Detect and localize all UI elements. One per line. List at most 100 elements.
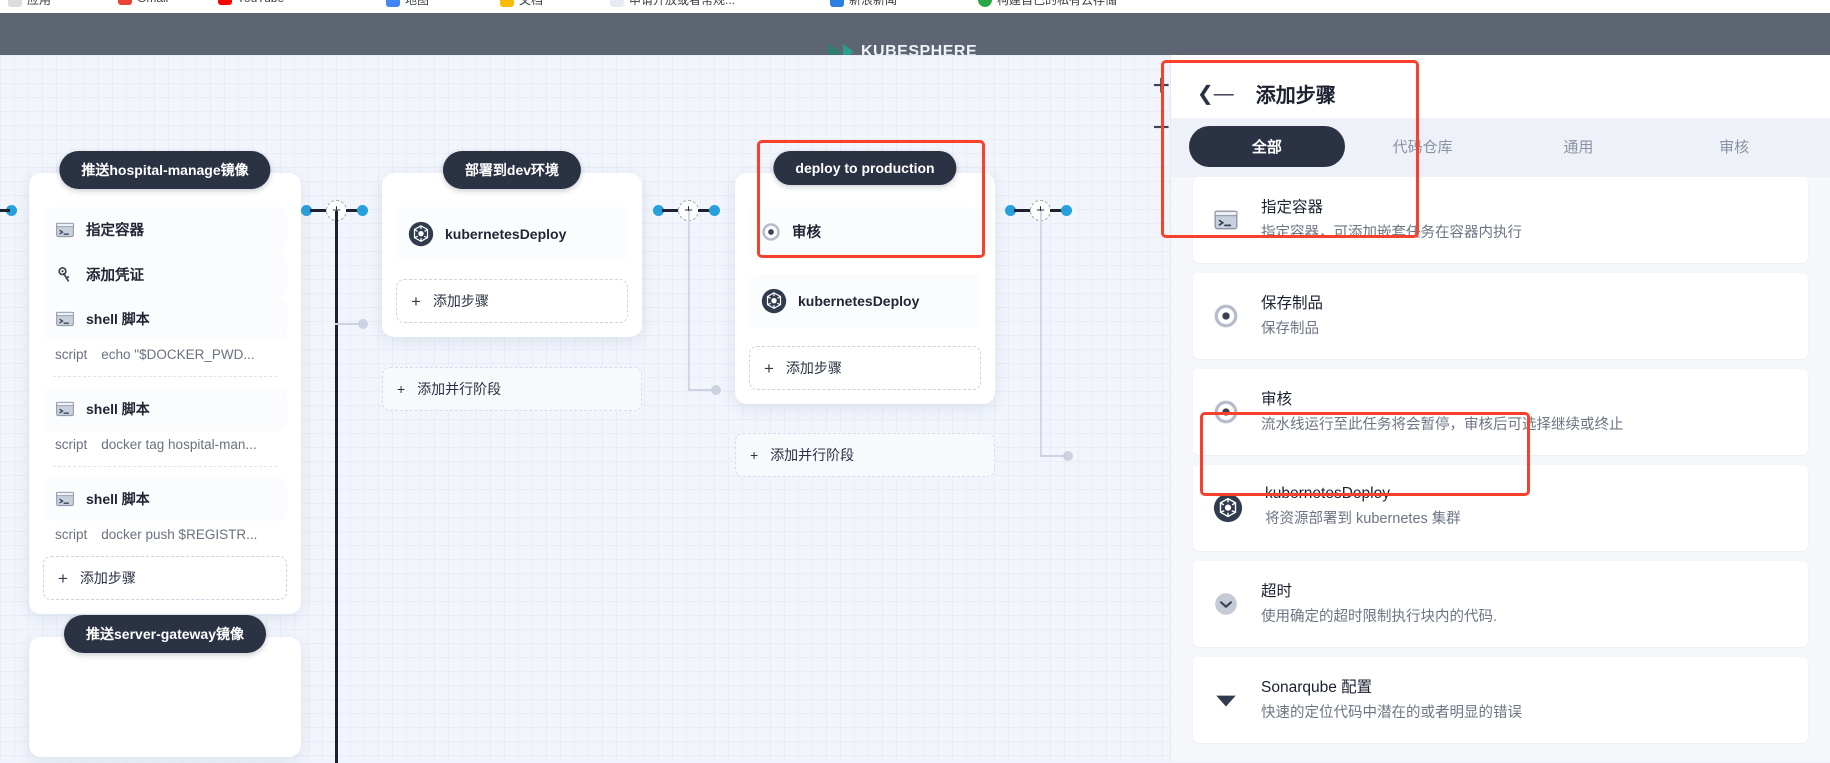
stage-card[interactable]: deploy to production 审核 kubernetesDeploy…	[735, 151, 995, 477]
add-parallel-label: 添加并行阶段	[770, 447, 855, 463]
plugin-name: 保存制品	[1261, 295, 1324, 313]
connector-dot	[1061, 205, 1072, 216]
drawer-tabs: 全部 代码仓库 通用 审核	[1171, 118, 1830, 177]
plugin-name: 审核	[1261, 391, 1293, 409]
add-step-button[interactable]: + 添加步骤	[43, 556, 287, 600]
bookmark-item[interactable]: 构建自己的私有云存储	[978, 0, 1117, 8]
kubernetes-icon	[1213, 493, 1243, 523]
bookmark-item[interactable]: 应用	[8, 0, 51, 8]
bookmark-item[interactable]: 文档	[500, 0, 543, 8]
step-script-value: docker push $REGISTR...	[101, 527, 258, 542]
approve-icon	[1214, 400, 1238, 424]
stage-title[interactable]: deploy to production	[773, 151, 957, 185]
timeout-icon	[1215, 593, 1237, 615]
plugin-name: 超时	[1261, 583, 1293, 601]
bookmark-favicon	[500, 0, 514, 7]
plugin-desc: 将资源部署到 kubernetes 集群	[1265, 511, 1461, 528]
key-icon	[58, 266, 70, 282]
plugin-desc: 使用确定的超时限制执行块内的代码.	[1261, 609, 1498, 626]
plugin-text: kubernetesDeploy 将资源部署到 kubernetes 集群	[1265, 485, 1461, 530]
step-item[interactable]: shell 脚本	[43, 477, 287, 521]
bookmark-label: 文档	[519, 0, 544, 7]
approve-icon	[762, 222, 780, 241]
connector-dot	[357, 205, 368, 216]
step-label: 指定容器	[86, 223, 144, 239]
step-item[interactable]: shell 脚本	[43, 297, 287, 341]
plugin-item-timeout[interactable]: 超时 使用确定的超时限制执行块内的代码.	[1193, 561, 1808, 647]
bookmark-favicon	[218, 0, 232, 5]
step-script-row: script docker tag hospital-man...	[43, 431, 287, 466]
plugin-text: 指定容器 指定容器，可添加嵌套任务在容器内执行	[1261, 195, 1522, 244]
add-parallel-stage-button[interactable]: + 添加并行阶段	[382, 367, 642, 411]
bookmark-favicon	[386, 0, 400, 7]
back-arrow-icon[interactable]: ❮—	[1197, 84, 1234, 104]
step-item[interactable]: kubernetesDeploy	[396, 207, 628, 261]
zoom-out-button[interactable]: −	[1152, 113, 1170, 143]
add-parallel-label: 添加并行阶段	[417, 381, 502, 397]
tab-general[interactable]: 通用	[1501, 126, 1657, 167]
bookmark-label: Gmail	[137, 0, 168, 5]
terminal-icon	[56, 311, 74, 327]
step-script-row: script echo "$DOCKER_PWD...	[43, 341, 287, 376]
sonarqube-icon	[1216, 695, 1236, 707]
terminal-icon	[1214, 210, 1238, 230]
connector-dot	[358, 319, 368, 329]
add-parallel-stage-button[interactable]: + 添加并行阶段	[735, 433, 995, 477]
step-label: 审核	[792, 225, 821, 241]
terminal-icon	[56, 222, 74, 237]
add-step-label: 添加步骤	[785, 360, 842, 376]
tab-code-repo[interactable]: 代码仓库	[1345, 126, 1501, 167]
drawer-title: 添加步骤	[1255, 85, 1336, 107]
bookmark-label: 应用	[27, 0, 52, 7]
plugin-item-specify-container[interactable]: 指定容器 指定容器，可添加嵌套任务在容器内执行	[1193, 177, 1808, 263]
stage-body: kubernetesDeploy + 添加步骤	[382, 173, 642, 337]
plugin-item-kubernetes-deploy[interactable]: kubernetesDeploy 将资源部署到 kubernetes 集群	[1193, 465, 1808, 551]
parallel-rail	[335, 211, 338, 763]
plugin-item-sonarqube[interactable]: Sonarqube 配置 快速的定位代码中潜在的或者明显的错误	[1193, 657, 1808, 743]
step-label: 添加凭证	[86, 268, 144, 284]
parallel-rail	[688, 211, 690, 391]
step-label: kubernetesDeploy	[445, 226, 567, 242]
stage-card[interactable]: 推送server-gateway镜像	[29, 615, 301, 757]
add-step-button[interactable]: + 添加步骤	[749, 346, 981, 390]
plus-icon: +	[764, 358, 774, 378]
step-script-key: script	[55, 347, 88, 362]
step-item[interactable]: shell 脚本	[43, 387, 287, 431]
step-item[interactable]: kubernetesDeploy	[749, 274, 981, 328]
bookmark-item[interactable]: 申请开放或者常规...	[610, 0, 735, 8]
step-divider	[53, 466, 277, 467]
plugin-name: Sonarqube 配置	[1261, 679, 1373, 697]
stage-card[interactable]: 部署到dev环境 kubernetesDeploy + 添加步骤 + 添加并行阶…	[382, 151, 642, 411]
stage-card[interactable]: 推送hospital-manage镜像 指定容器 添加凭证 shell 脚本 s…	[29, 151, 301, 614]
zoom-in-button[interactable]: +	[1152, 71, 1170, 101]
tab-all[interactable]: 全部	[1189, 126, 1345, 167]
bookmark-item[interactable]: 新浪新闻	[830, 0, 897, 8]
bookmark-label: 新浪新闻	[849, 0, 898, 7]
plugin-item-save-artifact[interactable]: 保存制品 保存制品	[1193, 273, 1808, 359]
stage-body: 指定容器 添加凭证 shell 脚本 script echo "$DOCKER_…	[29, 173, 301, 614]
stage-title[interactable]: 推送server-gateway镜像	[64, 615, 266, 653]
step-item[interactable]: 指定容器	[43, 207, 287, 252]
bookmark-item[interactable]: 地图	[386, 0, 429, 8]
add-step-button[interactable]: + 添加步骤	[396, 279, 628, 323]
connector-segment	[0, 209, 10, 212]
plugin-item-approval[interactable]: 审核 流水线运行至此任务将会暂停，审核后可选择继续或终止	[1193, 369, 1808, 455]
plugin-text: 审核 流水线运行至此任务将会暂停，审核后可选择继续或终止	[1261, 387, 1624, 436]
browser-bookmarks-bar[interactable]: 应用 Gmail YouTube 地图 文档 申请开放或者常规... 新浪新闻 …	[0, 0, 1830, 13]
add-step-drawer: ❮— 添加步骤 全部 代码仓库 通用 审核 指定容器 指定容器，可添加嵌套任务在…	[1170, 55, 1830, 762]
step-item[interactable]: 添加凭证	[43, 252, 287, 297]
step-item[interactable]: 审核	[749, 207, 981, 256]
step-script-value: docker tag hospital-man...	[101, 437, 257, 452]
bookmark-item[interactable]: YouTube	[218, 0, 284, 5]
stage-title[interactable]: 部署到dev环境	[442, 151, 582, 189]
step-script-key: script	[55, 527, 88, 542]
bookmark-favicon	[118, 0, 132, 5]
bookmark-item[interactable]: Gmail	[118, 0, 168, 5]
plugin-list[interactable]: 指定容器 指定容器，可添加嵌套任务在容器内执行 保存制品 保存制品 审核 流水线…	[1171, 177, 1830, 762]
connector-dot	[711, 385, 721, 395]
stage-body: 审核 kubernetesDeploy + 添加步骤	[735, 173, 995, 404]
drawer-header: ❮— 添加步骤	[1171, 55, 1830, 118]
tab-approval[interactable]: 审核	[1656, 126, 1812, 167]
stage-title[interactable]: 推送hospital-manage镜像	[59, 151, 271, 189]
bookmark-favicon	[978, 0, 992, 7]
